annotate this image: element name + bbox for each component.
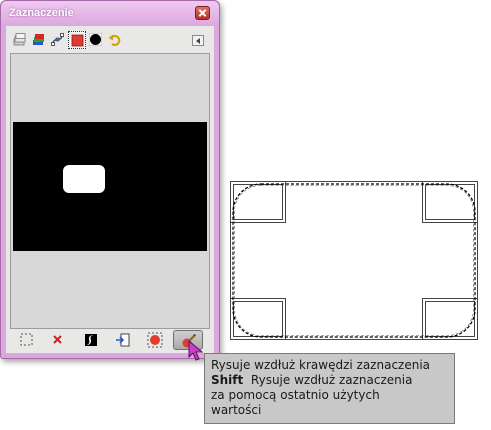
selection-editor-window: Zaznaczenie	[0, 0, 220, 359]
channels-icon	[33, 34, 44, 45]
select-all-icon	[20, 333, 33, 346]
tooltip-line-1: Rysuje wzdłuż krawędzi zaznaczenia	[211, 358, 431, 372]
title-bar[interactable]: Zaznaczenie	[1, 1, 219, 26]
tooltip-line-2: Shift Rysuje wzdłuż zaznaczenia	[211, 373, 448, 388]
save-to-channel-icon	[116, 333, 130, 347]
colormap-icon	[89, 33, 102, 46]
select-all-button[interactable]	[12, 330, 42, 350]
selection-illustration	[230, 181, 478, 340]
selection-to-path-icon	[147, 332, 163, 348]
tab-layers[interactable]	[11, 31, 29, 49]
paths-icon	[51, 33, 64, 46]
preview-selected-area	[63, 165, 105, 193]
button-bar	[6, 329, 214, 353]
rounded-selection-outline	[232, 183, 476, 338]
tooltip: Rysuje wzdłuż krawędzi zaznaczenia Shift…	[204, 353, 455, 424]
tooltip-line-3: za pomocą ostatnio użytych	[211, 388, 380, 402]
tooltip-line-4: wartości	[211, 403, 262, 417]
select-none-icon	[53, 335, 62, 344]
tab-selection-editor[interactable]	[68, 31, 86, 49]
tooltip-modifier-text: Rysuje wzdłuż zaznaczenia	[250, 373, 413, 387]
tooltip-modifier-key: Shift	[211, 373, 244, 387]
tab-undo-history[interactable]	[106, 31, 124, 49]
tab-colormap[interactable]	[87, 31, 105, 49]
save-to-channel-button[interactable]	[108, 330, 138, 350]
selection-to-path-button[interactable]	[140, 330, 170, 350]
selection-editor-icon	[71, 34, 84, 47]
selection-preview[interactable]	[10, 53, 210, 329]
tab-menu-button[interactable]	[192, 35, 204, 46]
undo-history-icon	[108, 34, 121, 46]
close-button[interactable]	[195, 6, 210, 20]
select-none-button[interactable]	[43, 330, 73, 350]
window-title: Zaznaczenie	[9, 7, 74, 19]
invert-selection-button[interactable]	[76, 330, 106, 350]
preview-unselected-area	[13, 122, 207, 251]
layers-icon	[13, 33, 26, 46]
invert-selection-icon	[85, 334, 97, 346]
dock-content	[6, 26, 214, 353]
tab-bar	[6, 29, 214, 53]
tab-paths[interactable]	[49, 31, 67, 49]
tab-channels[interactable]	[30, 31, 48, 49]
